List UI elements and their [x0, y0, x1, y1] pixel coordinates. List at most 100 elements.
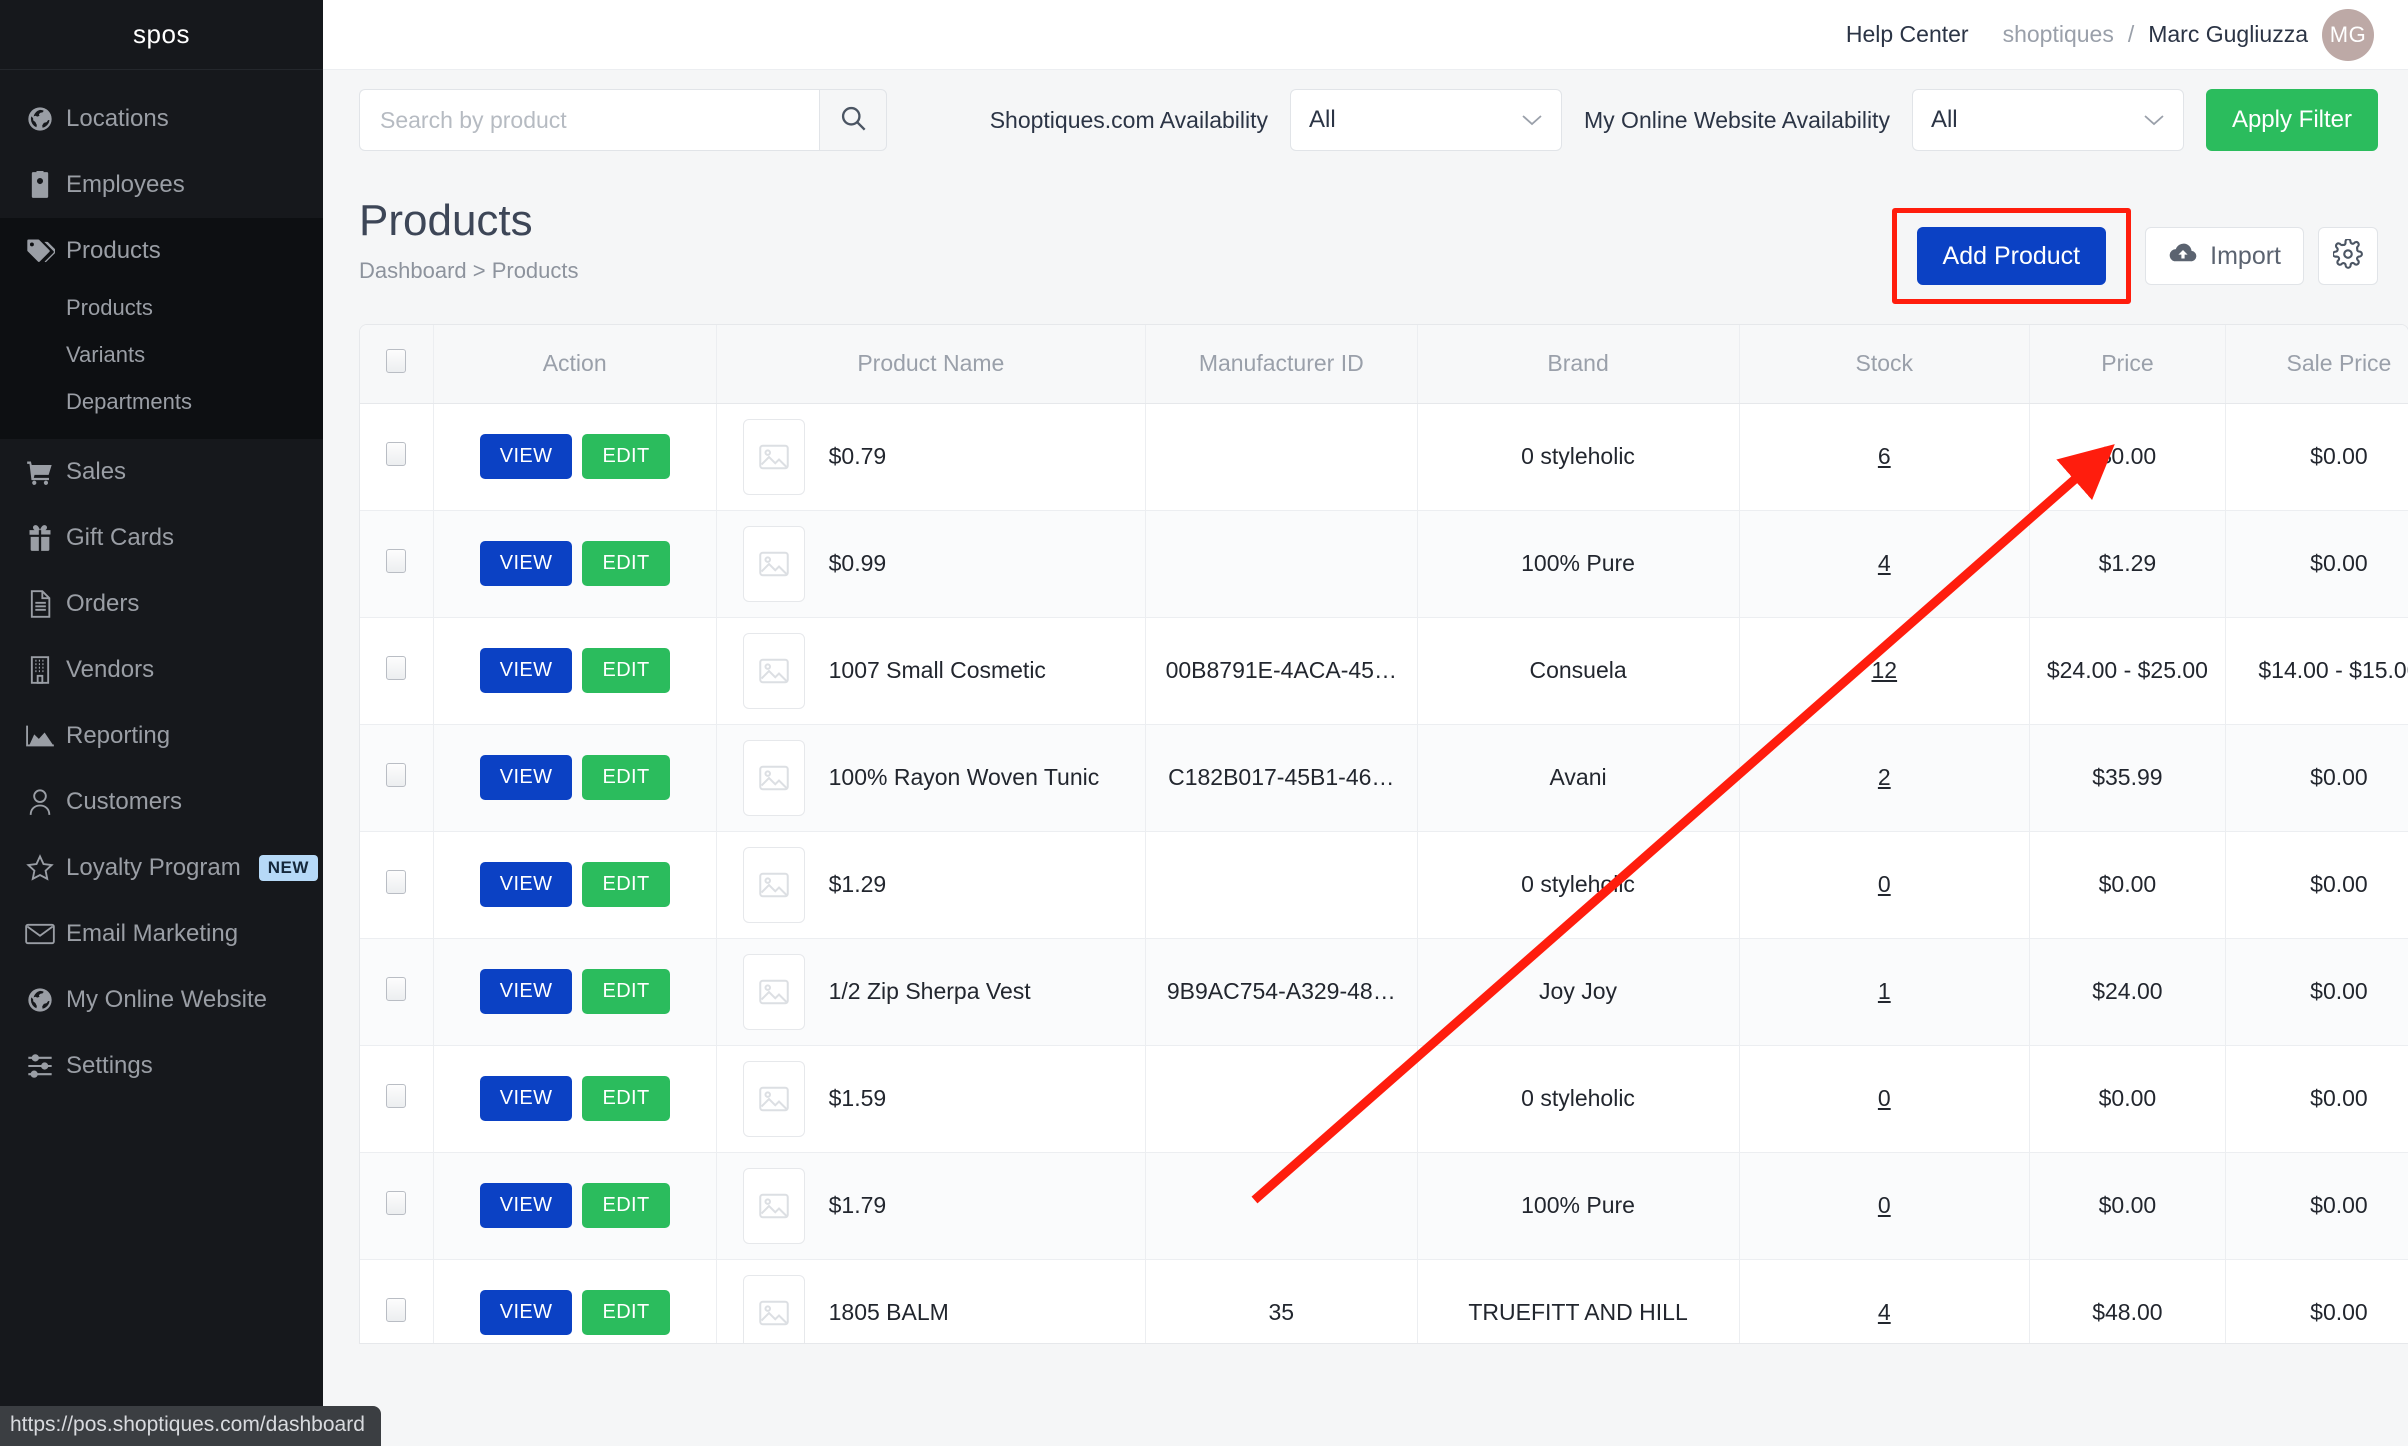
stock-link[interactable]: 6 — [1878, 443, 1891, 469]
search-button[interactable] — [819, 89, 887, 151]
sidebar-item-vendors[interactable]: Vendors — [0, 637, 323, 703]
chevron-down-icon — [2143, 106, 2165, 134]
sidebar-item-gift-cards[interactable]: Gift Cards — [0, 505, 323, 571]
row-checkbox[interactable] — [386, 976, 407, 1001]
product-name: $0.99 — [828, 550, 887, 576]
row-action-cell: VIEW EDIT — [433, 1152, 717, 1260]
edit-button[interactable]: EDIT — [582, 1290, 670, 1335]
row-checkbox[interactable] — [386, 1190, 407, 1215]
sidebar-group-products: Products Products Variants Departments — [0, 218, 323, 439]
edit-button[interactable]: EDIT — [582, 862, 670, 907]
row-checkbox[interactable] — [386, 655, 407, 680]
row-brand-cell: Joy Joy — [1417, 938, 1740, 1046]
row-checkbox[interactable] — [386, 1083, 407, 1108]
sidebar-item-customers[interactable]: Customers — [0, 769, 323, 835]
import-button[interactable]: Import — [2145, 227, 2304, 285]
sidebar-item-orders[interactable]: Orders — [0, 571, 323, 637]
sidebar-item-my-online-website[interactable]: My Online Website — [0, 967, 323, 1033]
edit-button[interactable]: EDIT — [582, 1076, 670, 1121]
stock-link[interactable]: 4 — [1878, 550, 1891, 576]
sliders-icon — [14, 1053, 66, 1079]
row-checkbox[interactable] — [386, 548, 407, 573]
edit-button[interactable]: EDIT — [582, 1183, 670, 1228]
online-availability-select[interactable]: All — [1911, 89, 2184, 151]
product-name: 1805 BALM — [828, 1299, 949, 1325]
product-name: $1.29 — [828, 871, 887, 897]
stock-link[interactable]: 0 — [1878, 1192, 1891, 1218]
column-header-price[interactable]: Price — [2029, 325, 2226, 404]
stock-link[interactable]: 12 — [1872, 657, 1898, 683]
view-button[interactable]: VIEW — [479, 1290, 573, 1335]
row-product-name-cell: $1.79 — [716, 1152, 1147, 1260]
row-product-name-cell: 100% Rayon Woven Tunic — [716, 724, 1147, 832]
brand-logo[interactable]: spos — [0, 0, 323, 70]
view-button[interactable]: VIEW — [479, 862, 573, 907]
edit-button[interactable]: EDIT — [582, 541, 670, 586]
view-button[interactable]: VIEW — [479, 1076, 573, 1121]
row-checkbox[interactable] — [386, 762, 407, 787]
view-button[interactable]: VIEW — [479, 434, 573, 479]
sidebar-item-email-marketing[interactable]: Email Marketing — [0, 901, 323, 967]
column-header-action[interactable]: Action — [433, 325, 717, 404]
select-all-checkbox[interactable] — [386, 348, 407, 373]
row-price-cell: $48.00 — [2029, 1259, 2226, 1343]
view-button[interactable]: VIEW — [479, 755, 573, 800]
row-product-name-cell: 1007 Small Cosmetic — [716, 617, 1147, 725]
column-header-sale-price[interactable]: Sale Price — [2225, 325, 2408, 404]
row-brand-cell: 0 styleholic — [1417, 831, 1740, 939]
sidebar-item-locations[interactable]: Locations — [0, 86, 323, 152]
stock-link[interactable]: 1 — [1878, 978, 1891, 1004]
view-button[interactable]: VIEW — [479, 969, 573, 1014]
table-row: VIEWEDIT$1.590 styleholic0$0.00$0.00$0.0… — [360, 1045, 2408, 1153]
sidebar-item-settings[interactable]: Settings — [0, 1033, 323, 1099]
row-sale-price-cell: $0.00 — [2225, 403, 2408, 511]
view-button[interactable]: VIEW — [479, 541, 573, 586]
view-button[interactable]: VIEW — [479, 648, 573, 693]
row-action-cell: VIEW EDIT — [433, 724, 717, 832]
stock-link[interactable]: 2 — [1878, 764, 1891, 790]
row-checkbox[interactable] — [386, 1297, 407, 1322]
column-header-brand[interactable]: Brand — [1417, 325, 1740, 404]
stock-link[interactable]: 0 — [1878, 871, 1891, 897]
row-stock-cell: 4 — [1739, 510, 2031, 618]
row-stock-cell: 0 — [1739, 1152, 2031, 1260]
sidebar-item-loyalty-program[interactable]: Loyalty Program NEW — [0, 835, 323, 901]
edit-button[interactable]: EDIT — [582, 969, 670, 1014]
edit-button[interactable]: EDIT — [582, 755, 670, 800]
table-header: Action Product Name Manufacturer ID Bran… — [360, 325, 2408, 404]
column-header-product-name[interactable]: Product Name — [716, 325, 1147, 404]
stock-link[interactable]: 4 — [1878, 1299, 1891, 1325]
row-checkbox[interactable] — [386, 869, 407, 894]
view-button[interactable]: VIEW — [479, 1183, 573, 1228]
row-select-cell — [360, 831, 434, 939]
sidebar-item-products[interactable]: Products — [0, 218, 323, 284]
sidebar-subitem-variants[interactable]: Variants — [0, 331, 323, 378]
shoptiques-availability-select[interactable]: All — [1290, 89, 1562, 151]
table-row: VIEW EDIT 100% Rayon Woven Tunic C182B017-4… — [360, 724, 2408, 832]
product-thumbnail-placeholder-icon — [742, 739, 805, 816]
add-product-button[interactable]: Add Product — [1916, 227, 2107, 285]
row-action-cell: VIEW EDIT — [433, 403, 717, 511]
row-checkbox[interactable] — [386, 441, 407, 466]
help-center-link[interactable]: Help Center — [1846, 21, 1969, 48]
column-header-manufacturer-id[interactable]: Manufacturer ID — [1145, 325, 1418, 404]
edit-button[interactable]: EDIT — [582, 434, 670, 479]
edit-button[interactable]: EDIT — [582, 648, 670, 693]
apply-filter-button[interactable]: Apply Filter — [2205, 89, 2378, 151]
column-header-stock[interactable]: Stock — [1739, 325, 2031, 404]
product-thumbnail-placeholder-icon — [742, 418, 805, 495]
sidebar-item-employees[interactable]: Employees — [0, 152, 323, 218]
search-input[interactable] — [359, 89, 819, 151]
avatar[interactable]: MG — [2322, 8, 2374, 61]
sidebar-item-reporting[interactable]: Reporting — [0, 703, 323, 769]
product-name: $0.79 — [828, 443, 887, 469]
sidebar-subitem-products[interactable]: Products — [0, 284, 323, 331]
settings-button[interactable] — [2318, 227, 2378, 285]
row-select-cell — [360, 403, 434, 511]
row-sale-price-cell: $0.00 — [2225, 724, 2408, 832]
sidebar-item-sales[interactable]: Sales — [0, 439, 323, 505]
stock-link[interactable]: 0 — [1878, 1085, 1891, 1111]
row-manufacturer-id-cell: 35 — [1145, 1259, 1418, 1343]
user-menu[interactable]: shoptiques / Marc Gugliuzza MG — [2003, 8, 2374, 61]
sidebar-subitem-departments[interactable]: Departments — [0, 378, 323, 425]
